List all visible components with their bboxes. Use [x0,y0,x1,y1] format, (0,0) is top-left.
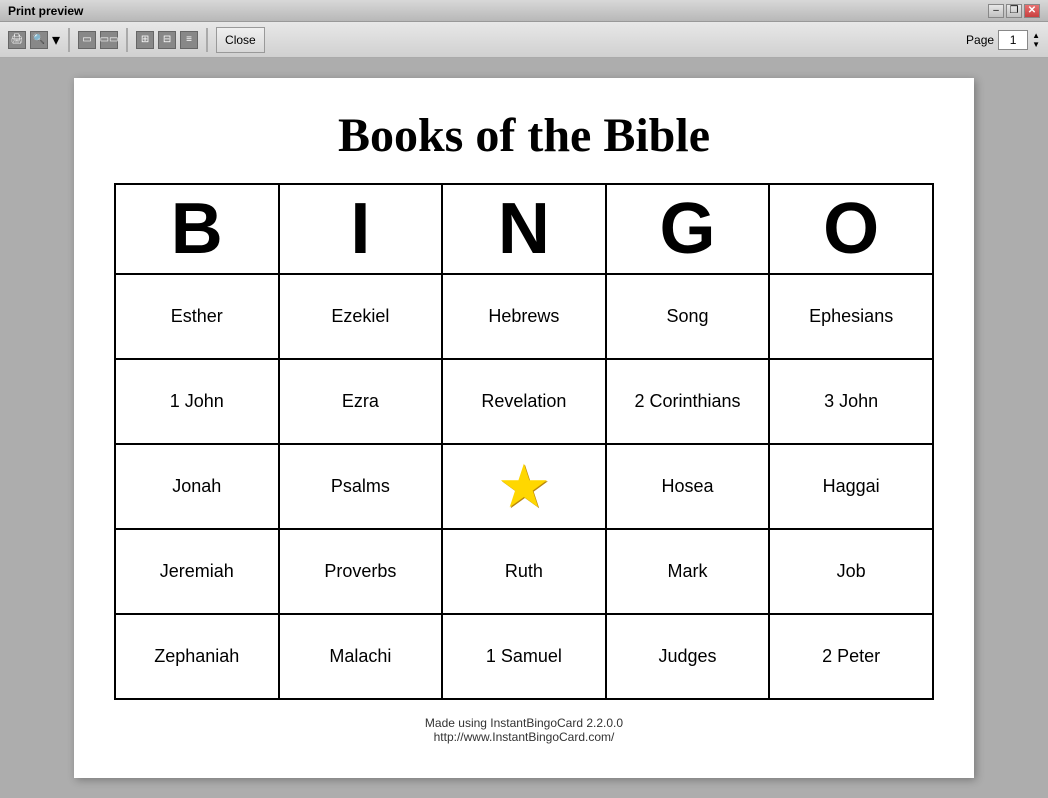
print-icon: 🖨 [8,31,26,49]
bingo-o: O [769,184,933,274]
bingo-i: I [279,184,443,274]
bingo-g: G [606,184,770,274]
bingo-cell: Ephesians [769,274,933,359]
close-button[interactable]: ✕ [1024,4,1040,18]
bingo-cell: Ezra [279,359,443,444]
bingo-cell: Psalms [279,444,443,529]
bingo-cell: Jonah [115,444,279,529]
table-row: JonahPsalms ★ HoseaHaggai [115,444,933,529]
bingo-cell: Zephaniah [115,614,279,699]
table-row: 1 JohnEzraRevelation2 Corinthians3 John [115,359,933,444]
toolbar: 🖨 🔍 ▾ ▭ ▭▭ ⊞ ⊟ ≡ Close Page 1 ▲▼ [0,22,1048,58]
bingo-cell: Song [606,274,770,359]
page-number-input[interactable]: 1 [998,30,1028,50]
bingo-cell: 2 Corinthians [606,359,770,444]
toolbar-separator-1: ▾ [52,30,60,50]
bingo-cell: Judges [606,614,770,699]
bingo-body: EstherEzekielHebrewsSongEphesians1 JohnE… [115,274,933,699]
bingo-cell: ★ [442,444,606,529]
footer-line2: http://www.InstantBingoCard.com/ [425,730,623,744]
bingo-header-row: B I N G O [115,184,933,274]
bingo-cell: Ruth [442,529,606,614]
close-preview-button[interactable]: Close [216,27,265,53]
bingo-cell: 3 John [769,359,933,444]
bingo-cell: Mark [606,529,770,614]
page-text: Page [966,33,994,47]
table-row: JeremiahProverbsRuthMarkJob [115,529,933,614]
bingo-cell: 1 John [115,359,279,444]
page-label-container: Page 1 ▲▼ [966,30,1040,50]
title-bar-text: Print preview [8,4,83,18]
footer: Made using InstantBingoCard 2.2.0.0 http… [425,716,623,744]
bingo-n: N [442,184,606,274]
paper: Books of the Bible B I N G O EstherEzeki… [74,78,974,778]
two-page-icon[interactable]: ▭▭ [100,31,118,49]
table-row: ZephaniahMalachi1 SamuelJudges2 Peter [115,614,933,699]
bingo-table: B I N G O EstherEzekielHebrewsSongEphesi… [114,183,934,700]
bingo-cell: 1 Samuel [442,614,606,699]
bingo-card-title: Books of the Bible [338,108,710,163]
footer-line1: Made using InstantBingoCard 2.2.0.0 [425,716,623,730]
bingo-cell: Hebrews [442,274,606,359]
bingo-cell: Hosea [606,444,770,529]
bingo-cell: Proverbs [279,529,443,614]
separator-3 [206,28,208,52]
layout-icon-3[interactable]: ≡ [180,31,198,49]
layout-icon-1[interactable]: ⊞ [136,31,154,49]
bingo-cell: Malachi [279,614,443,699]
layout-icon-2[interactable]: ⊟ [158,31,176,49]
separator-1 [68,28,70,52]
bingo-cell: Job [769,529,933,614]
minimize-button[interactable]: – [988,4,1004,18]
table-row: EstherEzekielHebrewsSongEphesians [115,274,933,359]
page-spinner-up[interactable]: ▲▼ [1032,31,1040,49]
bingo-cell: Ezekiel [279,274,443,359]
free-space-star: ★ [497,457,551,517]
title-bar-controls: – ❐ ✕ [988,4,1040,18]
separator-2 [126,28,128,52]
zoom-icon: 🔍 [30,31,48,49]
bingo-b: B [115,184,279,274]
bingo-cell: Esther [115,274,279,359]
restore-button[interactable]: ❐ [1006,4,1022,18]
bingo-cell: Haggai [769,444,933,529]
bingo-cell: 2 Peter [769,614,933,699]
bingo-cell: Jeremiah [115,529,279,614]
title-bar: Print preview – ❐ ✕ [0,0,1048,22]
single-page-icon[interactable]: ▭ [78,31,96,49]
bingo-cell: Revelation [442,359,606,444]
main-area: Books of the Bible B I N G O EstherEzeki… [0,58,1048,798]
